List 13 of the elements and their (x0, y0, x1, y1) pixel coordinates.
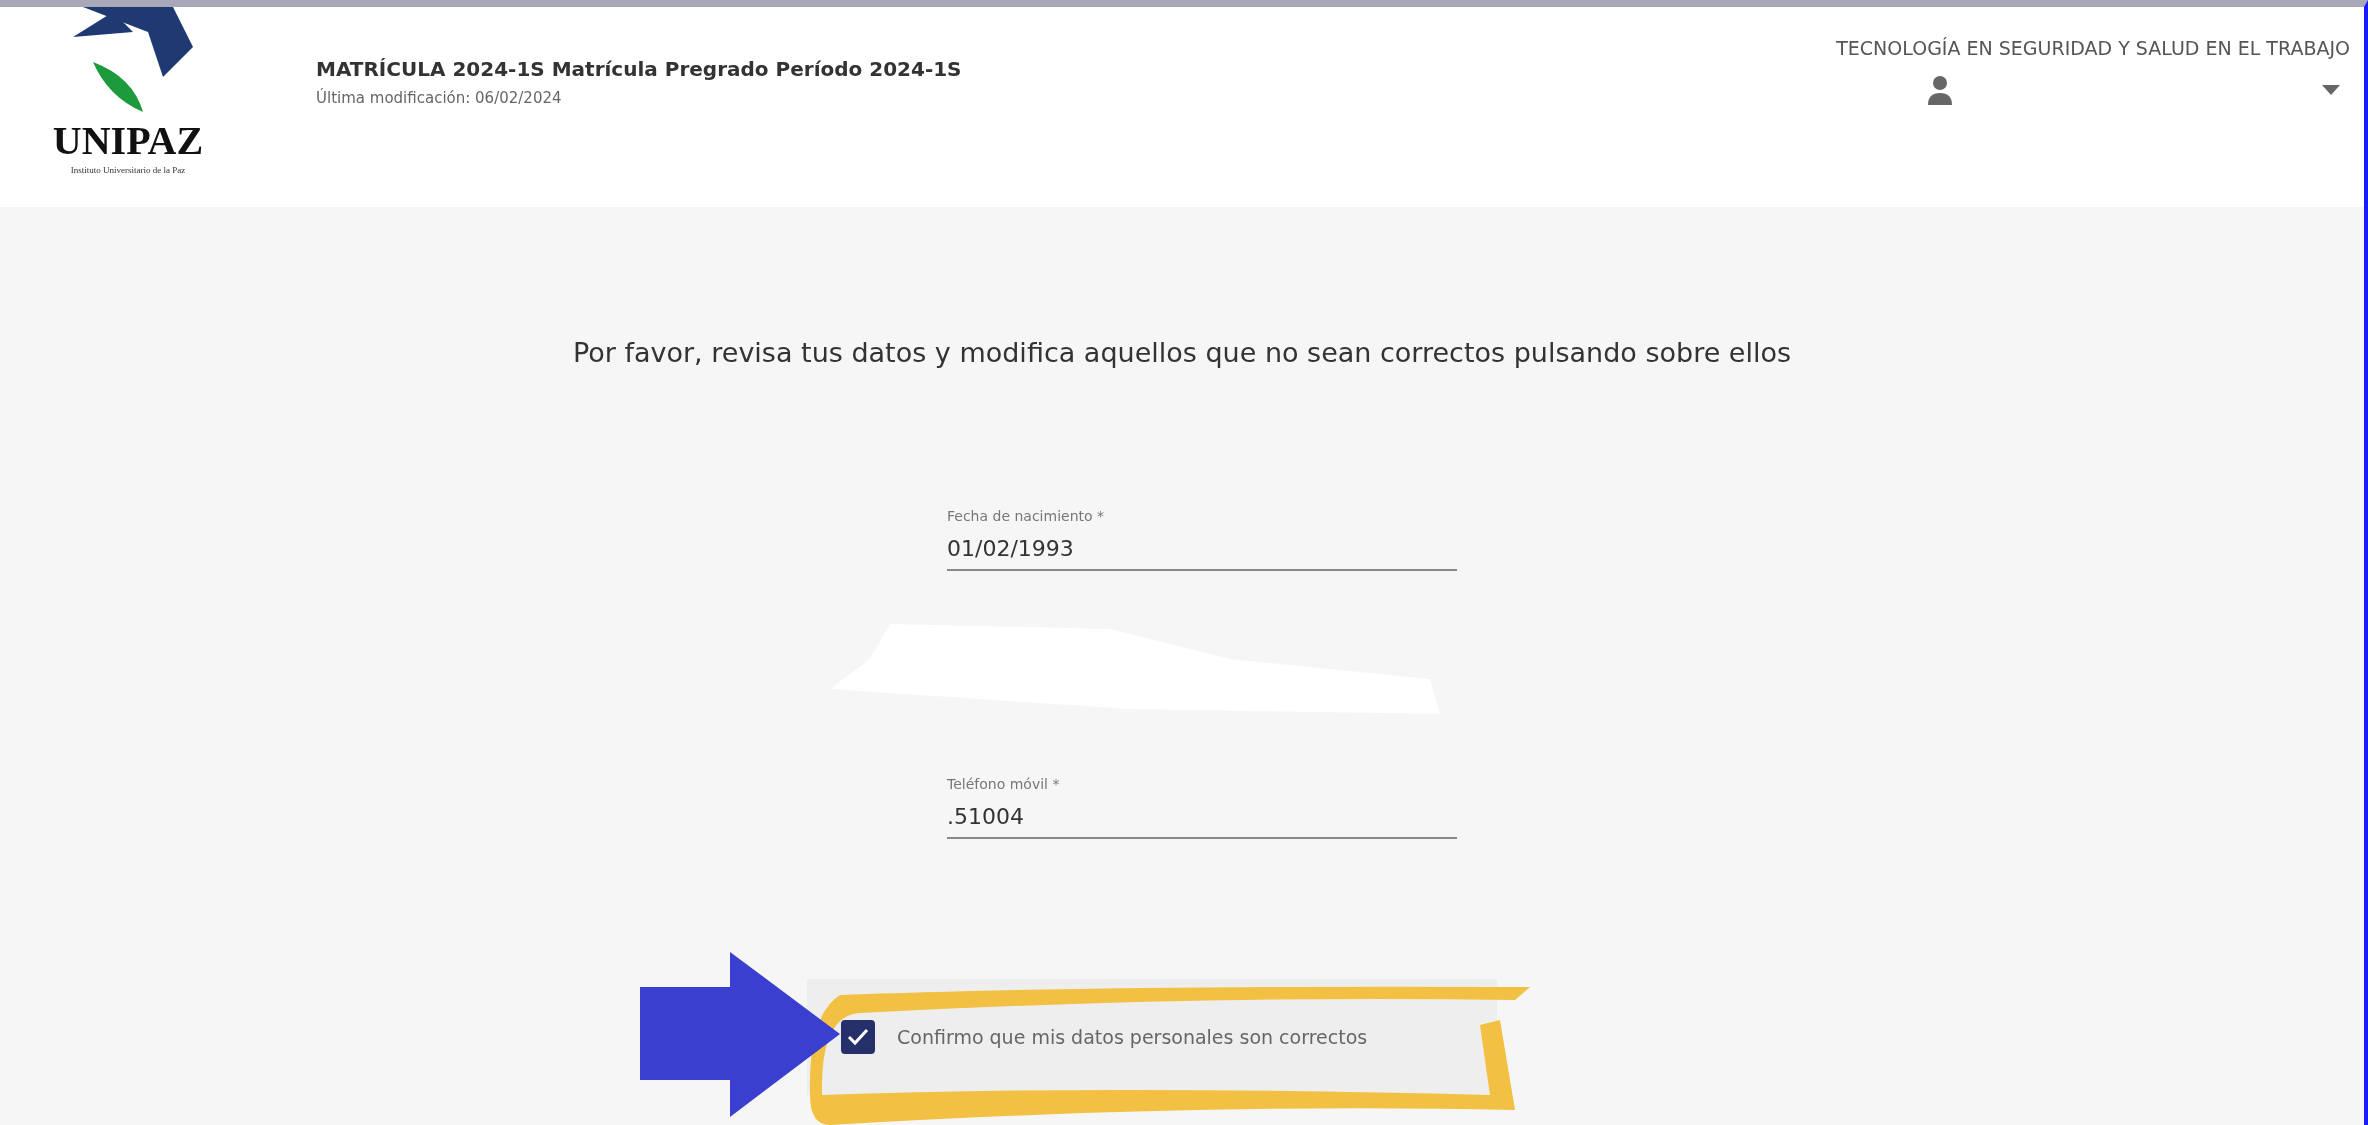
caret-icon[interactable] (2322, 85, 2340, 95)
text-field[interactable]: Fecha de nacimiento * 01/02/1993 (947, 508, 1457, 571)
text-field[interactable]: Teléfono móvil * .51004 (947, 776, 1457, 839)
user-icon[interactable] (1928, 75, 1952, 105)
instruction-text: Por favor, revisa tus datos y modifica aquellos que no sean correctos pulsando sobre ellos (572, 337, 1792, 368)
last-modified: Última modificación: 06/02/2024 (316, 89, 563, 107)
checkbox[interactable] (841, 1020, 875, 1054)
check-icon (847, 1028, 869, 1046)
logo-tagline: Instituto Universitario de la Paz (70, 165, 186, 175)
program-name: TECNOLOGÍA EN SEGURIDAD Y SALUD EN EL TRABAJO (1836, 37, 2350, 59)
arrow-icon (640, 952, 840, 1117)
logo-name: UNIPAZ (52, 121, 204, 161)
page-title: MATRÍCULA 2024-1S Matrícula Pregrado Período 2024-1S (316, 57, 963, 81)
